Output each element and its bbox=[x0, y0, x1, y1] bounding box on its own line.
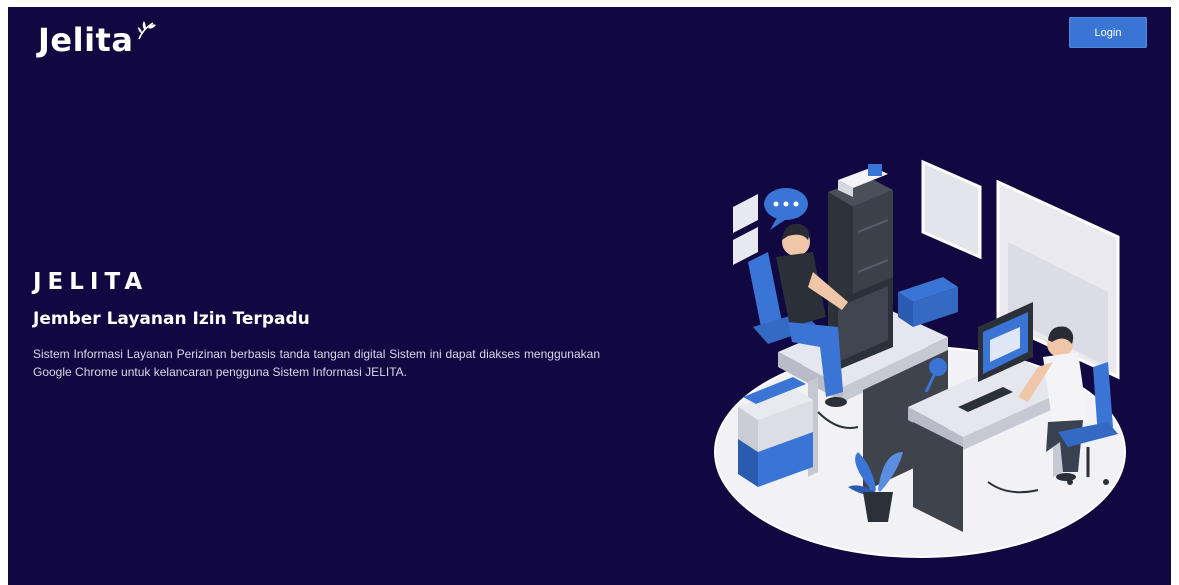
brand-logo[interactable]: Jelita bbox=[38, 21, 157, 63]
hero-title: JELITA bbox=[33, 269, 149, 295]
leaf-icon bbox=[138, 21, 157, 40]
login-button[interactable]: Login bbox=[1069, 17, 1147, 48]
logo-text: Jelita bbox=[38, 21, 134, 59]
office-workers-illustration bbox=[714, 159, 1126, 558]
landing-page: Jelita Login JELITA Jember Layanan Izin … bbox=[8, 7, 1171, 585]
hero-subtitle: Jember Layanan Izin Terpadu bbox=[33, 309, 310, 329]
hero-description: Sistem Informasi Layanan Perizinan berba… bbox=[33, 347, 600, 379]
chat-bubble-icon bbox=[764, 188, 808, 230]
